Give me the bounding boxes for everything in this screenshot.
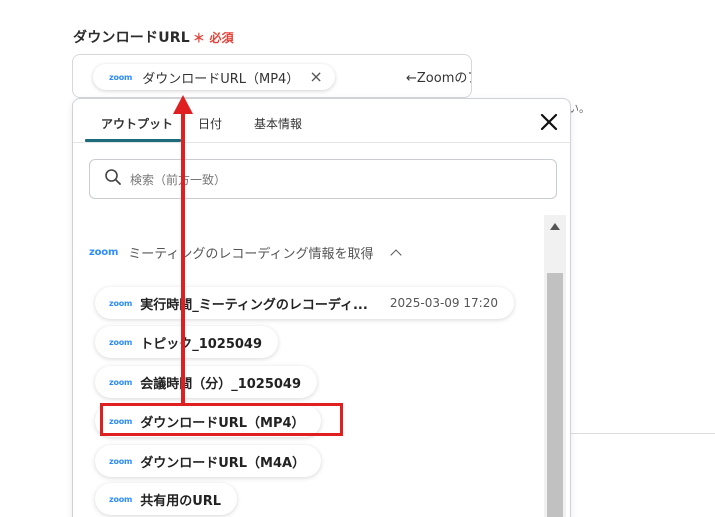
output-item-share-url[interactable]: zoom 共有用のURL — [95, 483, 238, 515]
search-input[interactable]: 検索（前方一致） — [89, 159, 557, 199]
download-url-field[interactable]: zoom ダウンロードURL（MP4） × ←Zoomのアウトプット — [72, 54, 472, 98]
chevron-up-icon[interactable] — [389, 248, 402, 261]
group-header-recording[interactable]: zoom ミーティングのレコーディング情報を取得 — [89, 243, 402, 262]
zoom-logo-icon: zoom — [109, 298, 133, 308]
item-label: 会議時間（分）_1025049 — [140, 376, 302, 392]
scrollbar[interactable] — [544, 215, 566, 517]
background-hint-text: い。 — [568, 102, 590, 115]
group-title: ミーティングのレコーディング情報を取得 — [128, 247, 374, 262]
selected-chip: zoom ダウンロードURL（MP4） × — [93, 64, 335, 90]
item-label: 実行時間_ミーティングのレコーディ... — [140, 297, 368, 313]
zoom-logo-icon: zoom — [109, 456, 133, 466]
output-item-exec-time[interactable]: zoom 実行時間_ミーティングのレコーディ... 2025-03-09 17:… — [95, 287, 514, 319]
close-icon[interactable] — [538, 111, 560, 133]
zoom-logo-icon: zoom — [109, 494, 133, 504]
output-picker-panel: アウトプット 日付 基本情報 検索（前方一致） zoom ミーティングのレコーデ… — [72, 98, 571, 517]
search-icon — [104, 168, 122, 190]
background-divider — [570, 433, 715, 434]
output-item-download-url-m4a[interactable]: zoom ダウンロードURL（M4A） — [95, 445, 322, 477]
scroll-thumb[interactable] — [547, 273, 563, 517]
output-item-topic[interactable]: zoom トピック_1025049 — [95, 326, 279, 358]
field-label: ダウンロードURL ＊ 必須 — [73, 27, 234, 47]
item-label: 共有用のURL — [140, 493, 222, 509]
zoom-logo-icon: zoom — [89, 247, 119, 258]
annotation-highlight-box — [100, 403, 343, 436]
field-note: ←Zoomのアウトプット — [406, 71, 471, 86]
search-placeholder: 検索（前方一致） — [130, 172, 227, 187]
item-label: ダウンロードURL（M4A） — [140, 455, 306, 471]
output-item-duration[interactable]: zoom 会議時間（分）_1025049 — [95, 366, 318, 398]
zoom-logo-icon: zoom — [109, 337, 133, 347]
active-tab-indicator — [85, 139, 181, 142]
item-value: 2025-03-09 17:20 — [389, 296, 498, 310]
tab-bar: アウトプット 日付 基本情報 — [73, 99, 570, 143]
tab-output[interactable]: アウトプット — [101, 115, 173, 132]
chip-remove-icon[interactable]: × — [309, 69, 322, 85]
tab-basic-info[interactable]: 基本情報 — [254, 115, 302, 132]
scroll-up-arrow-icon[interactable] — [550, 223, 560, 230]
zoom-logo-icon: zoom — [109, 377, 133, 387]
zoom-logo-icon: zoom — [109, 72, 133, 82]
chip-label: ダウンロードURL（MP4） — [142, 71, 300, 87]
required-mark: ＊ 必須 — [192, 31, 234, 45]
item-label: トピック_1025049 — [140, 336, 263, 352]
tab-date[interactable]: 日付 — [198, 115, 222, 132]
field-label-text: ダウンロードURL — [73, 30, 190, 46]
